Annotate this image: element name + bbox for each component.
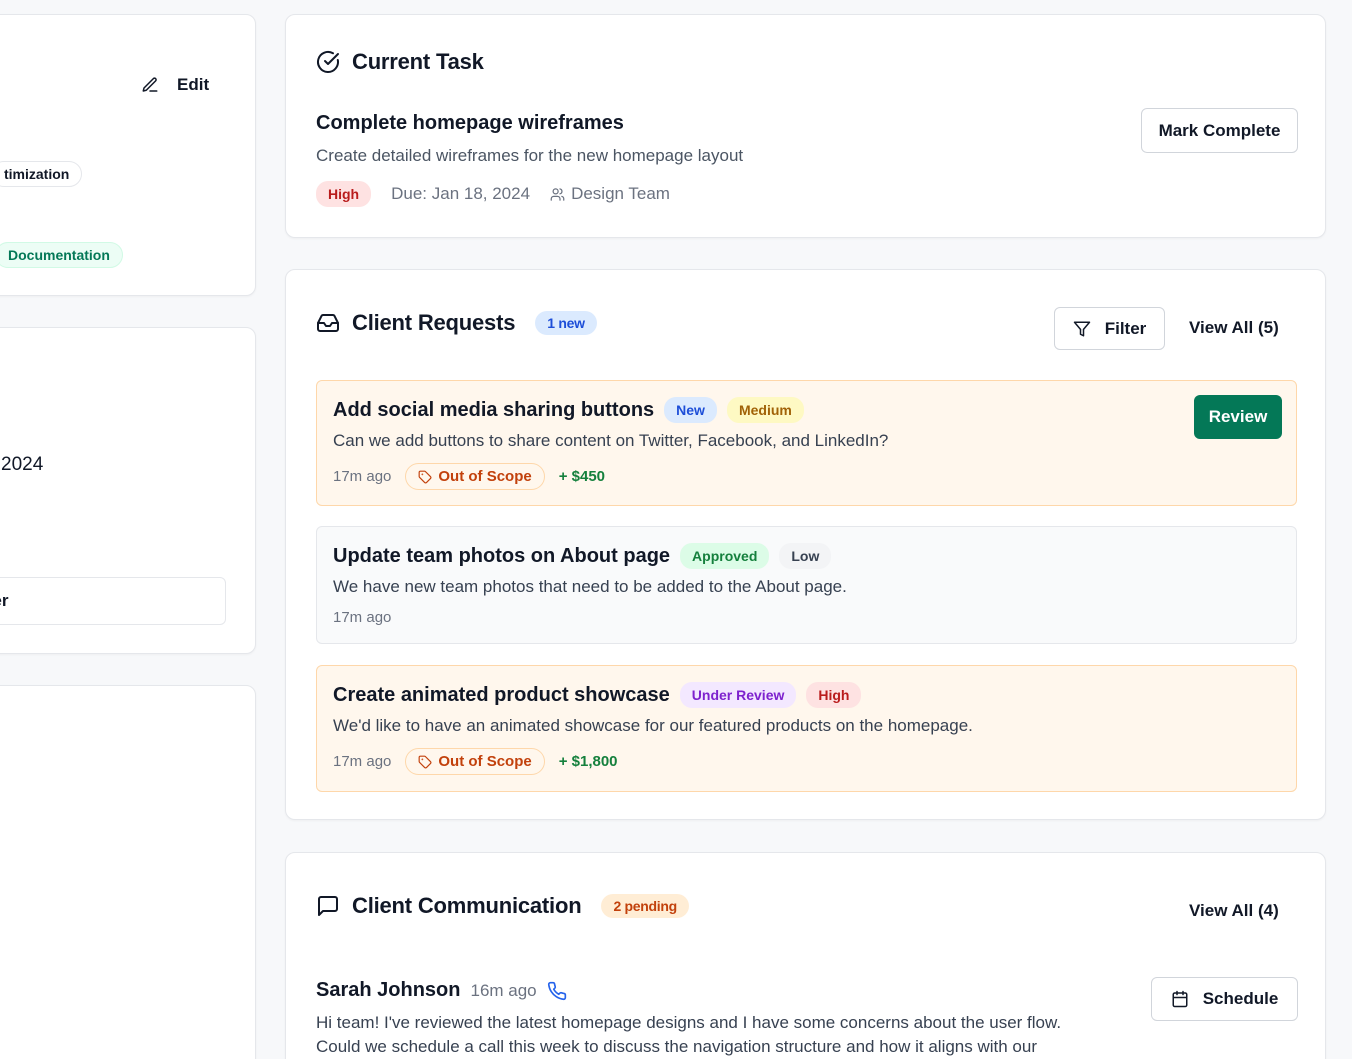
out-of-scope-label: Out of Scope — [438, 753, 532, 770]
left-bottom-card — [0, 685, 256, 1059]
users-icon — [550, 187, 565, 202]
project-details-card: 2024 ger — [0, 327, 256, 654]
client-requests-title: Client Requests — [352, 310, 516, 335]
message-time: 16m ago — [470, 980, 537, 1000]
message-sender: Sarah Johnson — [316, 979, 461, 1001]
schedule-label: Schedule — [1202, 989, 1279, 1008]
priority-badge: Low — [779, 543, 832, 569]
request-title: Update team photos on About page — [333, 544, 671, 567]
request-meta: 17m ago Out of Scope + $1,800 — [333, 748, 618, 775]
request-time: 17m ago — [333, 609, 392, 626]
client-communication-card: Client Communication 2 pending View All … — [285, 852, 1326, 1059]
client-requests-card: Client Requests 1 new Filter View All (5… — [285, 269, 1326, 820]
tag-documentation: Documentation — [0, 242, 123, 268]
request-description: We have new team photos that need to be … — [333, 577, 847, 596]
request-amount: + $1,800 — [558, 753, 618, 770]
current-task-title: Current Task — [352, 49, 484, 74]
pencil-icon — [141, 76, 159, 94]
status-badge: New — [664, 397, 717, 423]
tag-icon — [418, 470, 432, 484]
request-item[interactable]: Create animated product showcase Under R… — [316, 665, 1297, 792]
tag-optimization: timization — [0, 161, 83, 187]
check-circle-icon — [316, 50, 340, 74]
edit-button[interactable]: Edit — [141, 75, 209, 95]
request-title: Create animated product showcase — [333, 683, 670, 706]
request-header: Update team photos on About page Approve… — [333, 543, 832, 569]
project-info-card: Edit timization Documentation — [0, 14, 256, 296]
view-all-requests-button[interactable]: View All (5) — [1189, 318, 1279, 338]
filter-label: Filter — [1104, 318, 1147, 338]
review-button[interactable]: Review — [1194, 395, 1282, 439]
due-date: Due: Jan 18, 2024 — [391, 184, 531, 203]
client-communication-title: Client Communication — [352, 893, 582, 918]
pending-count-badge: 2 pending — [601, 894, 689, 918]
status-badge: Approved — [680, 543, 770, 569]
team-name: Design Team — [571, 184, 670, 203]
mark-complete-button[interactable]: Mark Complete — [1141, 108, 1298, 153]
request-time: 17m ago — [333, 753, 392, 770]
priority-badge: High — [316, 181, 372, 207]
calendar-icon — [1171, 990, 1189, 1008]
edit-label: Edit — [177, 75, 210, 94]
message-body: Hi team! I've reviewed the latest homepa… — [316, 1011, 1136, 1059]
client-requests-header: Client Requests 1 new — [316, 310, 597, 336]
status-badge: Under Review — [679, 682, 797, 708]
team-info: Design Team — [550, 184, 670, 204]
message-square-icon — [316, 894, 340, 918]
tag-icon — [418, 755, 432, 769]
out-of-scope-label: Out of Scope — [438, 468, 532, 485]
message-line: Could we schedule a call this week to di… — [316, 1037, 1037, 1056]
message-header: Sarah Johnson 16m ago — [316, 979, 567, 1002]
filter-icon — [1073, 320, 1091, 338]
priority-badge: High — [806, 682, 862, 708]
view-all-communication-button[interactable]: View All (4) — [1189, 901, 1279, 921]
phone-icon — [547, 981, 567, 1001]
request-header: Add social media sharing buttons New Med… — [333, 397, 804, 423]
current-task-card: Current Task Complete homepage wireframe… — [285, 14, 1326, 238]
schedule-button[interactable]: Schedule — [1151, 977, 1298, 1021]
request-amount: + $450 — [558, 468, 606, 485]
filter-button[interactable]: Filter — [1054, 307, 1165, 350]
inbox-icon — [316, 311, 340, 335]
request-meta: 17m ago — [333, 609, 391, 626]
message-line: Hi team! I've reviewed the latest homepa… — [316, 1013, 1062, 1032]
priority-badge: Medium — [726, 397, 804, 423]
manager-field-text: ger — [0, 591, 9, 610]
task-meta: High Due: Jan 18, 2024 Design Team — [316, 181, 670, 207]
manager-field[interactable]: ger — [0, 577, 226, 625]
out-of-scope-tag: Out of Scope — [405, 463, 545, 490]
request-time: 17m ago — [333, 468, 392, 485]
request-meta: 17m ago Out of Scope + $450 — [333, 463, 605, 490]
client-communication-header: Client Communication 2 pending — [316, 893, 689, 919]
request-description: Can we add buttons to share content on T… — [333, 431, 889, 450]
date-value: 2024 — [1, 454, 44, 475]
task-name: Complete homepage wireframes — [316, 112, 624, 134]
request-description: We'd like to have an animated showcase f… — [333, 716, 973, 735]
request-header: Create animated product showcase Under R… — [333, 682, 862, 708]
task-description: Create detailed wireframes for the new h… — [316, 146, 744, 165]
out-of-scope-tag: Out of Scope — [405, 748, 545, 775]
request-item[interactable]: Update team photos on About page Approve… — [316, 526, 1297, 644]
current-task-header: Current Task — [316, 49, 484, 75]
request-title: Add social media sharing buttons — [333, 398, 655, 421]
request-item[interactable]: Add social media sharing buttons New Med… — [316, 380, 1297, 506]
new-count-badge: 1 new — [535, 311, 597, 335]
